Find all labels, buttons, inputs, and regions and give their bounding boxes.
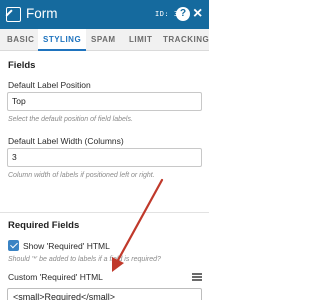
hamburger-menu-icon[interactable] [192, 273, 202, 281]
form-title: Form [26, 6, 58, 21]
tab-styling[interactable]: STYLING [38, 29, 87, 51]
tab-tracking[interactable]: TRACKING [163, 29, 209, 51]
show-required-help: Should '*' be added to labels if a field… [8, 256, 161, 263]
tab-spam[interactable]: SPAM [91, 29, 116, 51]
section-divider [0, 212, 209, 213]
label-width-help: Column width of labels if positioned lef… [8, 172, 155, 179]
form-icon [6, 7, 21, 22]
show-required-checkbox[interactable] [8, 240, 19, 251]
form-header: Form ID: 3 ? × [0, 0, 209, 29]
label-position-select[interactable]: Top [7, 92, 202, 111]
close-icon[interactable]: × [193, 5, 202, 23]
show-required-label[interactable]: Show 'Required' HTML [23, 241, 110, 251]
fields-section-title: Fields [8, 60, 36, 71]
label-width-select[interactable]: 3 [7, 148, 202, 167]
required-section-title: Required Fields [8, 220, 80, 231]
custom-required-input[interactable]: <small>Required</small> [7, 288, 202, 300]
custom-required-label: Custom 'Required' HTML [8, 272, 103, 282]
label-width-label: Default Label Width (Columns) [8, 136, 124, 146]
tab-basic[interactable]: BASIC [7, 29, 34, 51]
help-icon[interactable]: ? [176, 7, 190, 21]
tab-limit[interactable]: LIMIT [129, 29, 152, 51]
settings-tabs: BASIC STYLING SPAM LIMIT TRACKING [0, 29, 209, 51]
label-position-label: Default Label Position [8, 80, 91, 90]
label-position-help: Select the default position of field lab… [8, 116, 133, 123]
